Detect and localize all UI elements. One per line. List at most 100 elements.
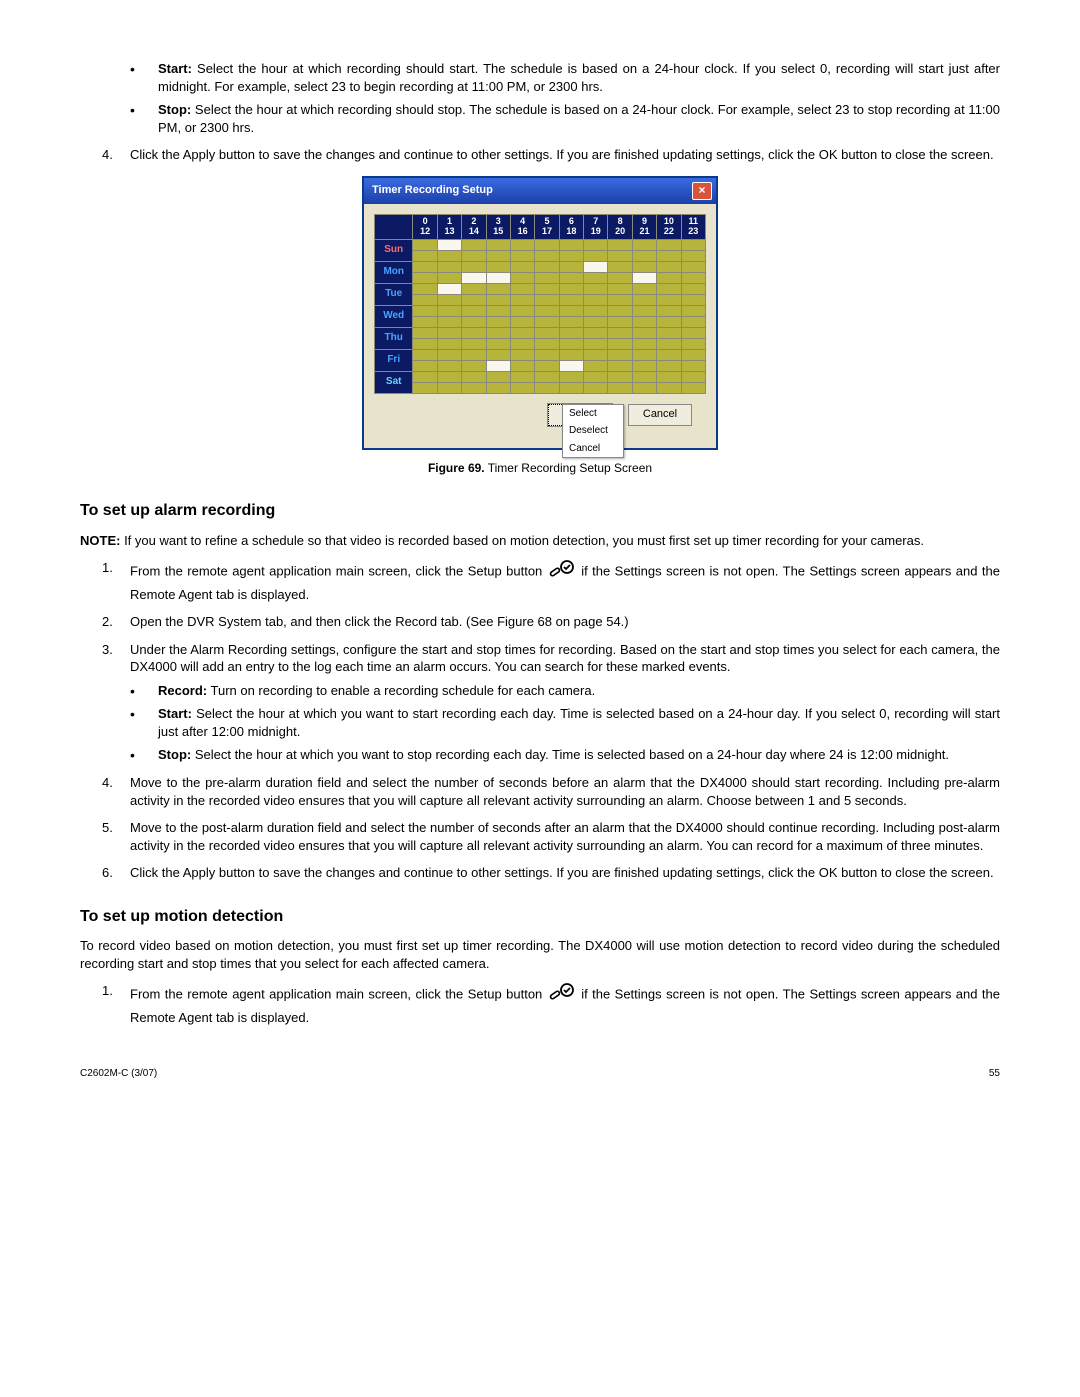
schedule-cell[interactable] bbox=[681, 261, 705, 272]
schedule-cell[interactable] bbox=[584, 382, 608, 393]
schedule-cell[interactable] bbox=[681, 349, 705, 360]
schedule-cell[interactable] bbox=[608, 316, 632, 327]
schedule-cell[interactable] bbox=[413, 283, 437, 294]
schedule-cell[interactable] bbox=[535, 338, 559, 349]
schedule-cell[interactable] bbox=[462, 272, 486, 283]
schedule-cell[interactable] bbox=[413, 261, 437, 272]
schedule-cell[interactable] bbox=[535, 239, 559, 250]
schedule-cell[interactable] bbox=[437, 382, 461, 393]
schedule-cell[interactable] bbox=[584, 239, 608, 250]
cancel-button[interactable]: Cancel bbox=[628, 404, 692, 426]
schedule-cell[interactable] bbox=[584, 349, 608, 360]
schedule-cell[interactable] bbox=[584, 316, 608, 327]
schedule-cell[interactable] bbox=[437, 338, 461, 349]
schedule-cell[interactable] bbox=[632, 338, 656, 349]
schedule-cell[interactable] bbox=[657, 261, 681, 272]
schedule-cell[interactable] bbox=[437, 305, 461, 316]
schedule-cell[interactable] bbox=[437, 349, 461, 360]
schedule-cell[interactable] bbox=[584, 360, 608, 371]
schedule-cell[interactable] bbox=[632, 316, 656, 327]
schedule-cell[interactable] bbox=[535, 283, 559, 294]
schedule-cell[interactable] bbox=[510, 305, 534, 316]
schedule-cell[interactable] bbox=[437, 371, 461, 382]
schedule-cell[interactable] bbox=[632, 327, 656, 338]
schedule-cell[interactable] bbox=[559, 338, 583, 349]
schedule-cell[interactable] bbox=[584, 250, 608, 261]
schedule-cell[interactable] bbox=[510, 294, 534, 305]
schedule-cell[interactable] bbox=[608, 294, 632, 305]
schedule-cell[interactable] bbox=[437, 261, 461, 272]
schedule-cell[interactable] bbox=[584, 371, 608, 382]
schedule-cell[interactable] bbox=[559, 382, 583, 393]
schedule-cell[interactable] bbox=[510, 239, 534, 250]
schedule-cell[interactable] bbox=[413, 272, 437, 283]
schedule-cell[interactable] bbox=[462, 327, 486, 338]
schedule-cell[interactable] bbox=[584, 305, 608, 316]
schedule-cell[interactable] bbox=[657, 349, 681, 360]
schedule-cell[interactable] bbox=[486, 338, 510, 349]
schedule-cell[interactable] bbox=[413, 316, 437, 327]
schedule-cell[interactable] bbox=[413, 349, 437, 360]
schedule-cell[interactable] bbox=[584, 261, 608, 272]
schedule-cell[interactable] bbox=[681, 272, 705, 283]
schedule-cell[interactable] bbox=[413, 371, 437, 382]
schedule-cell[interactable] bbox=[413, 239, 437, 250]
schedule-cell[interactable] bbox=[510, 316, 534, 327]
schedule-cell[interactable] bbox=[486, 261, 510, 272]
schedule-cell[interactable] bbox=[559, 250, 583, 261]
schedule-cell[interactable] bbox=[510, 338, 534, 349]
schedule-cell[interactable] bbox=[535, 250, 559, 261]
context-menu-item[interactable]: Deselect bbox=[563, 422, 623, 440]
schedule-cell[interactable] bbox=[413, 305, 437, 316]
schedule-cell[interactable] bbox=[608, 338, 632, 349]
schedule-cell[interactable] bbox=[657, 283, 681, 294]
schedule-cell[interactable] bbox=[535, 305, 559, 316]
schedule-cell[interactable] bbox=[437, 327, 461, 338]
schedule-cell[interactable] bbox=[535, 327, 559, 338]
schedule-cell[interactable] bbox=[681, 283, 705, 294]
schedule-cell[interactable] bbox=[510, 261, 534, 272]
schedule-cell[interactable] bbox=[486, 382, 510, 393]
schedule-cell[interactable] bbox=[413, 338, 437, 349]
schedule-cell[interactable] bbox=[510, 360, 534, 371]
schedule-cell[interactable] bbox=[486, 272, 510, 283]
schedule-cell[interactable] bbox=[462, 338, 486, 349]
schedule-cell[interactable] bbox=[535, 349, 559, 360]
schedule-cell[interactable] bbox=[608, 272, 632, 283]
schedule-cell[interactable] bbox=[608, 261, 632, 272]
schedule-cell[interactable] bbox=[510, 283, 534, 294]
schedule-cell[interactable] bbox=[584, 272, 608, 283]
schedule-cell[interactable] bbox=[510, 250, 534, 261]
schedule-cell[interactable] bbox=[437, 283, 461, 294]
schedule-cell[interactable] bbox=[486, 327, 510, 338]
schedule-cell[interactable] bbox=[486, 239, 510, 250]
schedule-cell[interactable] bbox=[462, 294, 486, 305]
schedule-cell[interactable] bbox=[413, 327, 437, 338]
schedule-cell[interactable] bbox=[608, 382, 632, 393]
schedule-cell[interactable] bbox=[462, 305, 486, 316]
schedule-cell[interactable] bbox=[510, 327, 534, 338]
schedule-cell[interactable] bbox=[681, 294, 705, 305]
schedule-cell[interactable] bbox=[632, 261, 656, 272]
schedule-cell[interactable] bbox=[462, 360, 486, 371]
schedule-cell[interactable] bbox=[584, 338, 608, 349]
schedule-grid[interactable]: 01211321431541651761871982092110221123 S… bbox=[374, 214, 706, 394]
schedule-cell[interactable] bbox=[657, 327, 681, 338]
schedule-cell[interactable] bbox=[535, 360, 559, 371]
schedule-cell[interactable] bbox=[462, 349, 486, 360]
schedule-cell[interactable] bbox=[535, 261, 559, 272]
schedule-cell[interactable] bbox=[462, 316, 486, 327]
schedule-cell[interactable] bbox=[413, 294, 437, 305]
schedule-cell[interactable] bbox=[559, 239, 583, 250]
schedule-cell[interactable] bbox=[608, 349, 632, 360]
schedule-cell[interactable] bbox=[632, 272, 656, 283]
schedule-cell[interactable] bbox=[559, 327, 583, 338]
schedule-cell[interactable] bbox=[608, 305, 632, 316]
schedule-cell[interactable] bbox=[632, 305, 656, 316]
schedule-cell[interactable] bbox=[486, 360, 510, 371]
schedule-cell[interactable] bbox=[559, 316, 583, 327]
schedule-cell[interactable] bbox=[681, 250, 705, 261]
schedule-cell[interactable] bbox=[584, 283, 608, 294]
schedule-cell[interactable] bbox=[510, 382, 534, 393]
schedule-cell[interactable] bbox=[462, 283, 486, 294]
